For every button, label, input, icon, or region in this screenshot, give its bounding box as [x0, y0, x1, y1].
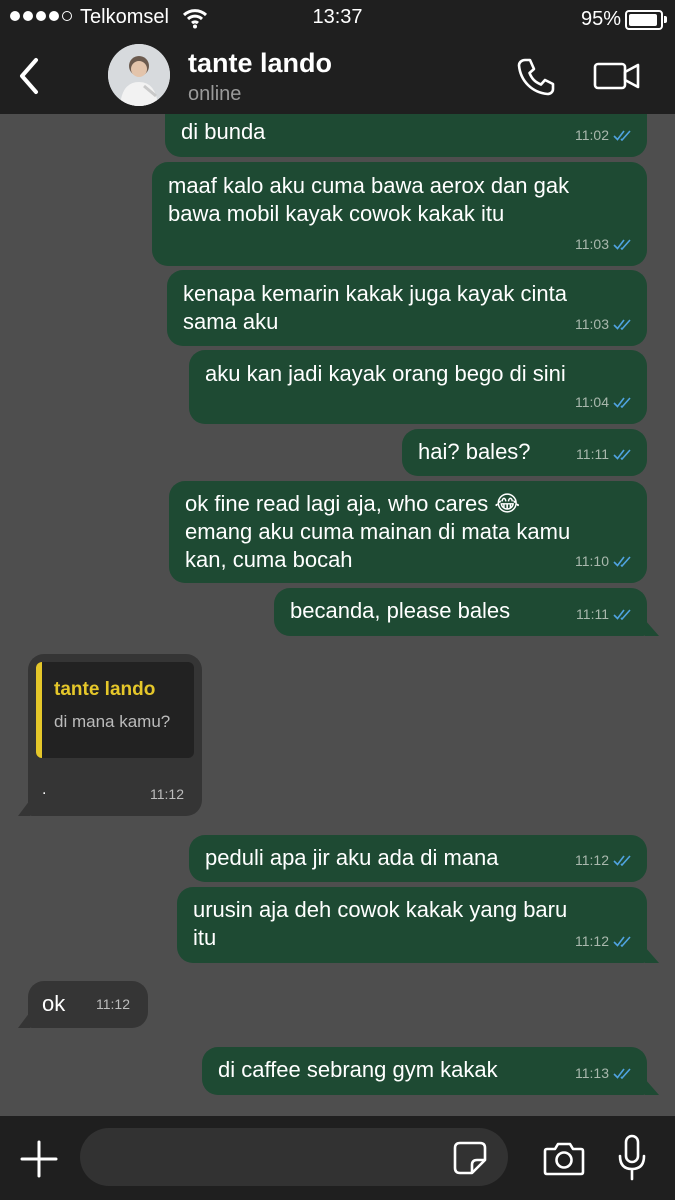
sticker-icon[interactable]: [452, 1140, 488, 1176]
message-text: maaf kalo aku cuma bawa aerox dan gak: [168, 173, 570, 198]
plus-icon[interactable]: [20, 1140, 58, 1178]
message-time: 11:12: [575, 933, 609, 949]
message-text: ok fine read lagi aja, who cares 😂: [185, 491, 521, 516]
message-time: 11:12: [96, 996, 130, 1012]
read-ticks-icon: [613, 397, 631, 408]
quoted-sender: tante lando: [54, 679, 156, 700]
bubble-tail: [645, 947, 659, 963]
message-time: 11:04: [575, 394, 609, 410]
chat-header: tante lando online: [0, 38, 675, 114]
contact-name[interactable]: tante lando: [188, 48, 332, 79]
message-text: kenapa kemarin kakak juga kayak cinta: [183, 281, 567, 306]
message-input[interactable]: [80, 1128, 508, 1186]
message-text: peduli apa jir aku ada di mana: [205, 845, 499, 870]
read-ticks-icon: [613, 319, 631, 330]
message-text: urusin aja deh cowok kakak yang baru: [193, 897, 568, 922]
chevron-left-icon[interactable]: [14, 54, 44, 98]
message-time: 11:10: [575, 553, 609, 569]
message-text: .: [42, 781, 47, 798]
message-time: 11:12: [575, 852, 609, 868]
message-text: itu: [193, 925, 217, 950]
message-text: bawa mobil kayak cowok kakak itu: [168, 201, 505, 226]
message-bubble[interactable]: aku kan jadi kayak orang bego di sini 11…: [189, 350, 647, 424]
status-bar: Telkomsel 13:37 95%: [0, 0, 675, 38]
message-bubble[interactable]: maaf kalo aku cuma bawa aerox dan gak ba…: [152, 162, 647, 266]
message-bubble[interactable]: peduli apa jir aku ada di mana 11:12: [189, 835, 647, 882]
bubble-tail: [645, 1079, 659, 1095]
read-ticks-icon: [613, 609, 631, 620]
bubble-tail: [18, 1012, 30, 1028]
message-time: 11:12: [150, 786, 184, 802]
camera-icon[interactable]: [543, 1139, 585, 1177]
message-text: aku kan jadi kayak orang bego di sini: [205, 361, 566, 386]
message-time: 11:11: [576, 606, 609, 622]
message-text: di bunda: [181, 119, 266, 144]
message-text: becanda, please bales: [290, 598, 511, 623]
battery-percent: 95%: [580, 8, 621, 30]
message-text: ok: [42, 991, 66, 1016]
message-bubble[interactable]: hai? bales? 11:11: [402, 429, 647, 476]
contact-status: online: [188, 83, 242, 105]
message-bubble[interactable]: kenapa kemarin kakak juga kayak cinta sa…: [167, 270, 647, 346]
message-text: di caffee sebrang gym kakak: [218, 1057, 498, 1082]
battery-icon: [625, 10, 667, 30]
video-camera-icon[interactable]: [592, 58, 642, 94]
message-text: hai? bales?: [418, 439, 531, 464]
bubble-tail: [645, 620, 659, 636]
phone-icon[interactable]: [515, 56, 557, 98]
quoted-text: di mana kamu?: [54, 712, 171, 731]
read-ticks-icon: [613, 449, 631, 460]
quoted-message[interactable]: tante lando di mana kamu?: [36, 662, 194, 758]
read-ticks-icon: [613, 130, 631, 141]
message-time: 11:13: [575, 1065, 609, 1081]
read-ticks-icon: [613, 936, 631, 947]
message-time: 11:02: [575, 127, 609, 143]
read-ticks-icon: [613, 556, 631, 567]
bubble-tail: [18, 800, 30, 816]
message-time: 11:03: [575, 236, 609, 252]
message-bubble[interactable]: becanda, please bales 11:11: [274, 588, 647, 636]
message-bubble[interactable]: di caffee sebrang gym kakak 11:13: [202, 1047, 647, 1095]
message-bubble[interactable]: urusin aja deh cowok kakak yang baru itu…: [177, 887, 647, 963]
read-ticks-icon: [613, 1068, 631, 1079]
message-text: sama aku: [183, 309, 279, 334]
message-bubble[interactable]: tante lando di mana kamu? . 11:12: [28, 654, 202, 816]
read-ticks-icon: [613, 239, 631, 250]
status-time: 13:37: [312, 6, 363, 28]
message-text: kan, cuma bocah: [185, 547, 353, 572]
message-time: 11:11: [576, 446, 609, 462]
message-bubble[interactable]: ok fine read lagi aja, who cares 😂 emang…: [169, 481, 647, 583]
input-bar: [0, 1116, 675, 1200]
avatar[interactable]: [108, 44, 170, 106]
read-ticks-icon: [613, 855, 631, 866]
microphone-icon[interactable]: [616, 1134, 648, 1182]
message-time: 11:03: [575, 316, 609, 332]
message-list[interactable]: di bunda 11:02 maaf kalo aku cuma bawa a…: [0, 114, 675, 1116]
message-text: emang aku cuma mainan di mata kamu: [185, 519, 571, 544]
message-bubble[interactable]: di bunda 11:02: [165, 114, 647, 157]
message-bubble[interactable]: ok 11:12: [28, 981, 148, 1028]
